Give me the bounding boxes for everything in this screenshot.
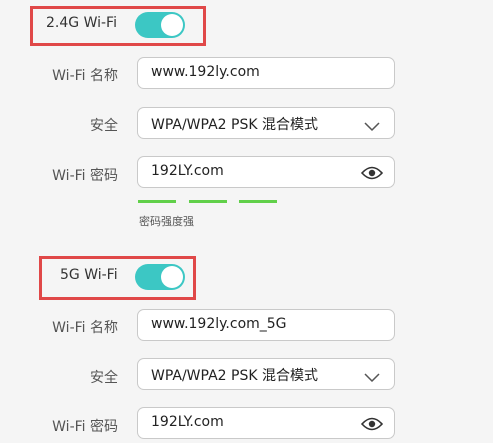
strength-bar-3 [239, 200, 277, 203]
band-24g-label: 2.4G Wi-Fi [46, 15, 117, 31]
band-5g-toggle[interactable] [135, 264, 185, 290]
security-5g-value: WPA/WPA2 PSK 混合模式 [151, 368, 318, 384]
band-5g-label: 5G Wi-Fi [60, 267, 118, 283]
ssid-5g-label: Wi-Fi 名称 [52, 320, 118, 336]
password-5g-input[interactable]: 192LY.com [137, 407, 395, 439]
chevron-down-icon [364, 117, 380, 136]
security-5g-label: 安全 [90, 370, 118, 386]
password-24g-input[interactable]: 192LY.com [137, 156, 395, 188]
password-5g-value: 192LY.com [151, 414, 224, 430]
strength-bar-1 [138, 200, 176, 203]
security-24g-label: 安全 [90, 118, 118, 134]
password-24g-value: 192LY.com [151, 163, 224, 179]
security-5g-select[interactable]: WPA/WPA2 PSK 混合模式 [137, 358, 395, 390]
toggle-knob [161, 14, 183, 36]
ssid-5g-input[interactable]: www.192ly.com_5G [137, 309, 395, 341]
password-5g-label: Wi-Fi 密码 [52, 419, 118, 435]
strength-label: 密码强度强 [139, 215, 194, 228]
ssid-24g-label: Wi-Fi 名称 [52, 68, 118, 84]
eye-icon[interactable] [360, 165, 384, 185]
ssid-24g-input[interactable]: www.192ly.com [137, 57, 395, 89]
chevron-down-icon [364, 368, 380, 387]
password-24g-label: Wi-Fi 密码 [52, 168, 118, 184]
toggle-knob [161, 266, 183, 288]
band-24g-toggle[interactable] [135, 12, 185, 38]
ssid-5g-value: www.192ly.com_5G [151, 316, 287, 332]
strength-bar-2 [189, 200, 227, 203]
eye-icon[interactable] [360, 416, 384, 436]
security-24g-select[interactable]: WPA/WPA2 PSK 混合模式 [137, 107, 395, 139]
ssid-24g-value: www.192ly.com [151, 64, 260, 80]
security-24g-value: WPA/WPA2 PSK 混合模式 [151, 117, 318, 133]
